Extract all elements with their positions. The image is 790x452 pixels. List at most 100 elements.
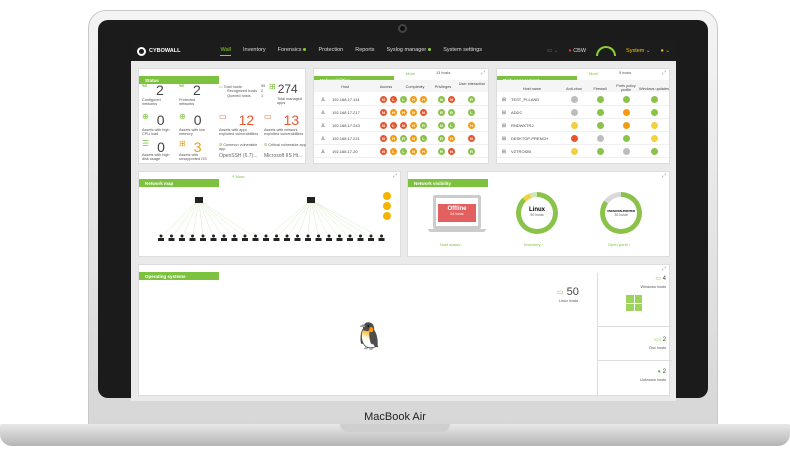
table-row[interactable]: ⊞ RNDWKTR2 (497, 120, 669, 132)
severity-badge: N (410, 135, 417, 142)
status-dot (623, 96, 630, 103)
nav-inventory[interactable]: Inventory (243, 47, 266, 56)
host-ip: 192.168.17.217 (332, 110, 360, 115)
severity-badge: H (390, 135, 397, 142)
expand-icon[interactable]: ⤢ (662, 173, 666, 179)
ports-donut[interactable]: UNKNOWN-PRINTER 35 hosts (600, 192, 642, 234)
host-node-icon[interactable] (368, 234, 374, 242)
severity-badge: L (448, 122, 455, 129)
severity-badge: N (420, 109, 427, 116)
severity-badge: H (420, 96, 427, 103)
table-row[interactable]: ⊞ ADDC (497, 107, 669, 119)
status-dot (571, 135, 578, 142)
severity-badge: N (468, 135, 475, 142)
status-dot (571, 109, 578, 116)
severity-badge: N (448, 148, 455, 155)
windows-icon: ⊞ (501, 109, 507, 116)
risk-more-link[interactable]: More (589, 71, 598, 76)
severity-badge: L (390, 148, 397, 155)
zoom-in-icon[interactable] (383, 202, 391, 210)
apps-icon: ⊞ (269, 82, 276, 91)
severity-badge: N (380, 148, 387, 155)
nav-wall[interactable]: Wall (220, 47, 231, 56)
table-row[interactable]: ⊞ DESKTOP-PRENCH (497, 133, 669, 145)
host-node-icon[interactable] (252, 234, 259, 242)
severity-badge: N (380, 96, 387, 103)
severity-badge: N (400, 122, 407, 129)
table-row[interactable]: ♙ 192.168.17.221 N H N R R L H N (314, 133, 488, 145)
expand-icon[interactable]: ⤢ (662, 266, 666, 272)
osx-os-row[interactable]: IOS 2 Osx hosts (598, 327, 672, 361)
host-node-icon[interactable] (378, 234, 385, 242)
network-map-panel: Network map ↗ More ⤢ (138, 171, 401, 257)
severity-badge: H (410, 122, 417, 129)
severity-badge: L (400, 148, 407, 155)
severity-badge: L (390, 122, 397, 129)
severity-badge: L (400, 96, 407, 103)
table-row[interactable]: ♙ 192.168.17.217 N H N R H N R L (314, 107, 488, 119)
nav-protection[interactable]: Protection (318, 47, 343, 56)
status-dot (623, 148, 630, 155)
severity-badge: N (448, 96, 455, 103)
app-logo[interactable]: CYBOWALL (137, 46, 180, 56)
zoom-out-icon[interactable] (383, 212, 391, 220)
host-ip: 192.168.17.221 (332, 136, 360, 141)
severity-badge: R (438, 148, 445, 155)
status-dot (651, 148, 658, 155)
status-dot (597, 109, 604, 116)
brand-label: MacBook Air (364, 411, 426, 423)
host-ip: 192.168.17.243 (332, 123, 360, 128)
vulns-more-link[interactable]: More (406, 71, 415, 76)
nav-reports[interactable]: Reports (355, 47, 374, 56)
switch-icon[interactable] (307, 197, 315, 203)
severity-badge: L (390, 96, 397, 103)
severity-badge: N (380, 109, 387, 116)
linux-icon: ♙ (320, 135, 326, 142)
unknown-os-row[interactable]: ● 2 Unknown hosts (598, 361, 672, 397)
severity-badge: H (448, 135, 455, 142)
severity-badge: L (420, 135, 427, 142)
host-name: VZTROSBI (511, 149, 532, 154)
severity-badge: N (380, 135, 387, 142)
alert-icon[interactable]: ▭ ⌄ (547, 48, 558, 54)
windows-os-row[interactable]: ▭ 4 Windows hosts (598, 273, 672, 327)
status-dot (597, 148, 604, 155)
severity-badge: L (468, 109, 475, 116)
windows-icon: ⊞ (501, 122, 507, 129)
network-map-graph[interactable] (139, 172, 402, 258)
status-dot (651, 96, 658, 103)
nav-syslog[interactable]: Syslog manager (386, 47, 432, 56)
severity-badge: R (400, 135, 407, 142)
nav-forensics[interactable]: Forensics (278, 47, 307, 56)
gauge-icon (596, 46, 617, 56)
severity-badge: R (468, 148, 475, 155)
network-visibility-panel: Network visibility ⤢ Offline 54 hosts Li… (407, 171, 670, 257)
alert-node-icon[interactable] (383, 192, 391, 200)
host-status-link[interactable]: Host status › (440, 242, 462, 247)
expand-icon[interactable]: ⤢ (662, 70, 666, 76)
nav-system-settings[interactable]: System settings (443, 47, 482, 56)
severity-badge: N (410, 148, 417, 155)
table-row[interactable]: ♙ 192.168.17.114 N L H N L H N R (314, 94, 488, 106)
open-ports-link[interactable]: Open ports › (608, 242, 630, 247)
offline-screen: Offline 54 hosts (433, 195, 481, 229)
switch-icon[interactable] (195, 197, 203, 203)
table-row[interactable]: ♙ 192.168.17.243 N L H N N R L H (314, 120, 488, 132)
system-menu[interactable]: System ⌄ (626, 48, 650, 54)
table-row[interactable]: ⊞ TEST_PI-LAND (497, 94, 669, 106)
inventory-link[interactable]: Inventory › (524, 242, 543, 247)
org-selector[interactable]: ● CBW (568, 48, 586, 54)
table-row[interactable]: ⊞ VZTROSBI (497, 146, 669, 158)
severity-badge: H (468, 122, 475, 129)
status-dot (597, 96, 604, 103)
linux-donut[interactable]: Linux 50 hosts (516, 192, 558, 234)
severity-badge: R (448, 109, 455, 116)
table-row[interactable]: ♙ 192.168.17.20 N L N R L H N R (314, 146, 488, 158)
user-icon[interactable]: ● ⌄ (661, 48, 670, 54)
severity-badge: R (420, 122, 427, 129)
severity-badge: R (468, 96, 475, 103)
expand-icon[interactable]: ⤢ (481, 70, 485, 76)
host-name: RNDWKTR2 (511, 123, 534, 128)
host-name: ADDC (511, 110, 523, 115)
status-dot (623, 109, 630, 116)
